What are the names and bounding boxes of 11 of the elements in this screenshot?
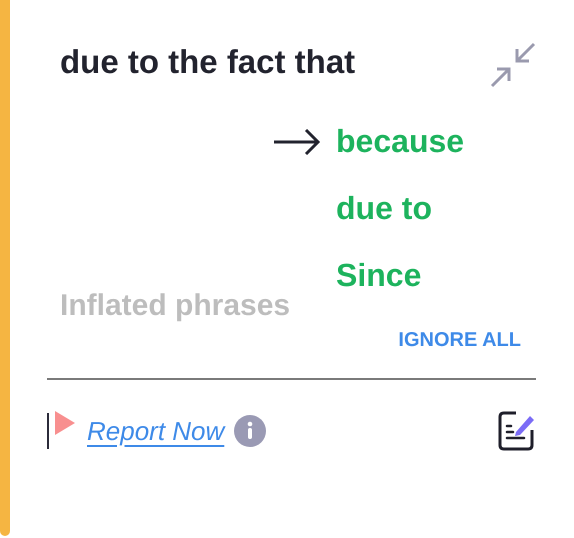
ignore-all-button[interactable]: IGNORE ALL (398, 329, 521, 352)
report-now-link[interactable]: Report Now (87, 416, 224, 446)
suggestion-option[interactable]: due to (336, 190, 432, 227)
flag-icon (47, 411, 77, 451)
info-icon[interactable] (234, 415, 266, 447)
category-label: Inflated phrases (59, 289, 292, 323)
phrase-title: due to the fact that (60, 42, 356, 82)
edit-note-icon[interactable] (498, 410, 536, 452)
suggestion-option[interactable]: Since (336, 257, 422, 294)
suggestion-option[interactable]: because (336, 123, 464, 160)
collapse-icon[interactable] (490, 42, 536, 88)
